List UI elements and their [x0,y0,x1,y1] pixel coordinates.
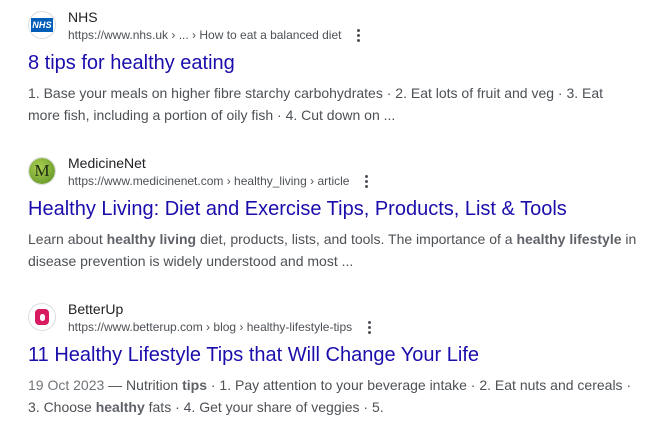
result-title-link[interactable]: Healthy Living: Diet and Exercise Tips, … [28,196,638,222]
site-name: NHS [68,9,98,25]
snippet-text: fats · 4. Get your share of veggies · 5. [144,399,384,415]
site-info: MedicineNet https://www.medicinenet.com … [68,154,375,190]
site-name: MedicineNet [68,155,146,171]
result-url[interactable]: https://www.nhs.uk › ... › How to eat a … [68,26,341,44]
snippet-highlight: healthy living [106,231,197,247]
result-source[interactable]: M MedicineNet https://www.medicinenet.co… [28,154,638,188]
snippet-date: 19 Oct 2023 [28,377,105,393]
nhs-favicon-icon: NHS [28,11,56,39]
medicinenet-logo-icon: M [29,158,55,184]
betterup-logo-icon [35,309,49,325]
result-source[interactable]: BetterUp https://www.betterup.com › blog… [28,300,638,334]
result-snippet: 19 Oct 2023 — Nutrition tips · 1. Pay at… [28,374,638,418]
site-info: BetterUp https://www.betterup.com › blog… [68,300,378,336]
more-options-icon[interactable] [360,318,378,336]
result-url[interactable]: https://www.betterup.com › blog › health… [68,318,352,336]
result-title-link[interactable]: 8 tips for healthy eating [28,50,638,76]
result-snippet: 1. Base your meals on higher fibre starc… [28,82,638,126]
result-source[interactable]: NHS NHS https://www.nhs.uk › ... › How t… [28,8,638,42]
url-row: https://www.nhs.uk › ... › How to eat a … [68,26,367,44]
more-options-icon[interactable] [349,26,367,44]
medicinenet-favicon-icon: M [28,157,56,185]
snippet-text: diet, products, lists, and tools. The im… [196,231,517,247]
snippet-text: Learn about [28,231,107,247]
betterup-favicon-icon [28,303,56,331]
search-result: BetterUp https://www.betterup.com › blog… [28,300,638,418]
snippet-highlight: tips [182,377,207,393]
result-snippet: Learn about healthy living diet, product… [28,228,638,272]
site-info: NHS https://www.nhs.uk › ... › How to ea… [68,8,367,44]
site-name: BetterUp [68,301,124,317]
snippet-highlight: healthy [95,399,145,415]
search-result: NHS NHS https://www.nhs.uk › ... › How t… [28,8,638,126]
snippet-highlight: healthy lifestyle [516,231,622,247]
result-title-link[interactable]: 11 Healthy Lifestyle Tips that Will Chan… [28,342,638,368]
nhs-logo-icon: NHS [31,18,53,32]
more-options-icon[interactable] [357,172,375,190]
url-row: https://www.medicinenet.com › healthy_li… [68,172,375,190]
url-row: https://www.betterup.com › blog › health… [68,318,378,336]
result-url[interactable]: https://www.medicinenet.com › healthy_li… [68,172,349,190]
snippet-text: 1. Base your meals on higher fibre starc… [28,85,604,123]
snippet-text: — Nutrition [104,377,183,393]
search-result: M MedicineNet https://www.medicinenet.co… [28,154,638,272]
